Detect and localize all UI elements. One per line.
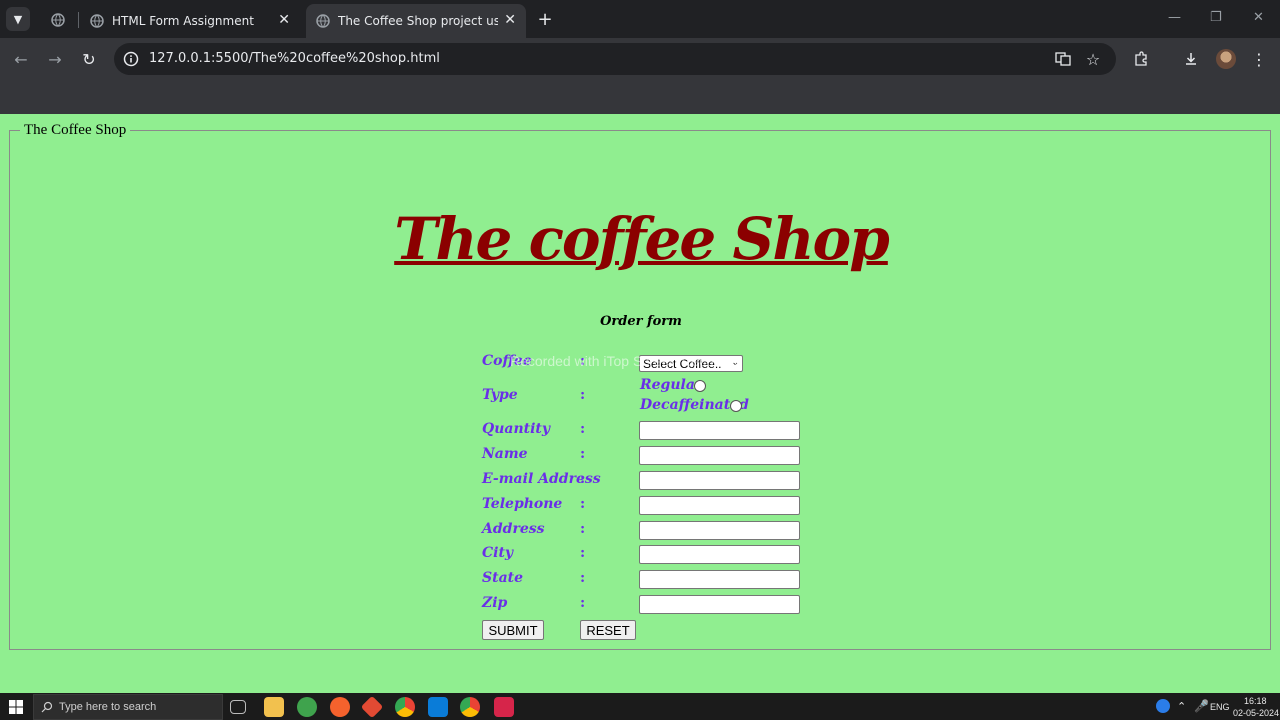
extensions-icon[interactable] bbox=[1130, 48, 1152, 70]
window-close-icon[interactable]: ✕ bbox=[1253, 10, 1264, 25]
clock-time[interactable]: 16:18 bbox=[1244, 696, 1267, 706]
app-icon[interactable] bbox=[297, 697, 317, 717]
help-icon[interactable] bbox=[1156, 699, 1170, 713]
new-tab-button[interactable]: + bbox=[534, 8, 556, 30]
chrome-icon[interactable] bbox=[395, 697, 415, 717]
email-input[interactable] bbox=[639, 471, 800, 490]
restore-icon[interactable]: ❐ bbox=[1210, 10, 1222, 25]
city-input[interactable] bbox=[639, 545, 800, 564]
state-input[interactable] bbox=[639, 570, 800, 589]
tab-strip: ▼ HTML Form Assignment ✕ The Coffee Shop… bbox=[0, 0, 1280, 38]
regular-option-label: Regular bbox=[640, 377, 703, 393]
tab-title: The Coffee Shop project using bbox=[338, 14, 498, 28]
tab-search-button[interactable]: ▼ bbox=[6, 7, 30, 31]
forward-button[interactable]: → bbox=[44, 48, 66, 70]
fieldset-legend: The Coffee Shop bbox=[20, 122, 131, 139]
search-placeholder: Type here to search bbox=[59, 701, 157, 713]
git-icon[interactable] bbox=[360, 695, 384, 719]
close-icon[interactable]: ✕ bbox=[504, 12, 516, 28]
clock-date[interactable]: 02-05-2024 bbox=[1233, 708, 1279, 718]
vscode-icon[interactable] bbox=[428, 697, 448, 717]
coffee-shop-fieldset: The Coffee Shop The coffee Shop Order fo… bbox=[9, 122, 1271, 650]
city-label: City bbox=[482, 545, 514, 561]
form-subtitle: Order form bbox=[600, 314, 682, 329]
colon: : bbox=[580, 570, 586, 586]
screen-recorder-icon[interactable] bbox=[494, 697, 514, 717]
windows-start-icon[interactable] bbox=[8, 699, 24, 715]
address-input[interactable] bbox=[639, 521, 800, 540]
globe-icon bbox=[51, 13, 65, 27]
pinned-tab[interactable] bbox=[44, 8, 72, 32]
chevron-down-icon: ▼ bbox=[13, 12, 23, 26]
back-button[interactable]: ← bbox=[10, 48, 32, 70]
bookmark-bar bbox=[0, 80, 1280, 114]
colon: : bbox=[580, 421, 586, 437]
reload-icon: ↻ bbox=[82, 49, 96, 69]
bookmark-star-icon[interactable]: ☆ bbox=[1084, 50, 1102, 69]
colon: : bbox=[580, 595, 586, 611]
language-indicator[interactable]: ENG bbox=[1210, 702, 1230, 712]
zip-input[interactable] bbox=[639, 595, 800, 614]
tab-coffee-shop[interactable]: The Coffee Shop project using ✕ bbox=[306, 4, 526, 38]
minimize-icon[interactable]: — bbox=[1168, 10, 1181, 25]
avatar[interactable] bbox=[1216, 49, 1236, 69]
recorder-watermark: Recorded with iTop Screen Recorder bbox=[510, 353, 739, 369]
search-icon bbox=[41, 701, 53, 713]
submit-button[interactable]: SUBMIT bbox=[482, 620, 544, 640]
tab-html-form-assignment[interactable]: HTML Form Assignment ✕ bbox=[80, 4, 300, 38]
colon: : bbox=[580, 446, 586, 462]
tab-title: HTML Form Assignment bbox=[112, 14, 254, 28]
colon: : bbox=[580, 471, 586, 487]
download-icon[interactable] bbox=[1180, 48, 1202, 70]
quantity-label: Quantity bbox=[482, 421, 551, 437]
chevron-up-icon[interactable]: ⌃ bbox=[1177, 700, 1186, 713]
close-icon[interactable]: ✕ bbox=[278, 12, 290, 28]
page-title: The coffee Shop bbox=[394, 205, 890, 273]
file-explorer-icon[interactable] bbox=[264, 697, 284, 717]
type-label: Type bbox=[482, 387, 518, 403]
telephone-label: Telephone bbox=[482, 496, 563, 512]
globe-icon bbox=[316, 14, 330, 28]
globe-icon bbox=[90, 14, 104, 28]
decaf-radio[interactable] bbox=[730, 400, 742, 412]
name-input[interactable] bbox=[639, 446, 800, 465]
taskbar-search[interactable]: Type here to search bbox=[33, 694, 223, 720]
colon: : bbox=[580, 496, 586, 512]
quantity-input[interactable] bbox=[639, 421, 800, 440]
tab-separator bbox=[78, 12, 79, 28]
microphone-icon[interactable]: 🎤 bbox=[1194, 699, 1209, 713]
task-view-icon[interactable] bbox=[230, 700, 246, 714]
page-viewport: The Coffee Shop The coffee Shop Order fo… bbox=[0, 114, 1280, 693]
chrome-icon[interactable] bbox=[460, 697, 480, 717]
taskbar: Type here to search ⌃ 🎤 ENG 16:18 02-05-… bbox=[0, 693, 1280, 720]
app-icon[interactable] bbox=[330, 697, 350, 717]
zip-label: Zip bbox=[482, 595, 508, 611]
browser-toolbar: ← → ↻ 127.0.0.1:5500/The%20coffee%20shop… bbox=[0, 38, 1280, 80]
reload-button[interactable]: ↻ bbox=[78, 48, 100, 70]
address-bar[interactable]: 127.0.0.1:5500/The%20coffee%20shop.html … bbox=[114, 43, 1116, 75]
menu-icon[interactable]: ⋮ bbox=[1248, 48, 1270, 70]
colon: : bbox=[580, 521, 586, 537]
regular-radio[interactable] bbox=[694, 380, 706, 392]
reset-button[interactable]: RESET bbox=[580, 620, 636, 640]
name-label: Name bbox=[482, 446, 528, 462]
translate-icon[interactable] bbox=[1054, 50, 1072, 68]
colon: : bbox=[580, 545, 586, 561]
colon: : bbox=[580, 387, 586, 403]
state-label: State bbox=[482, 570, 524, 586]
arrow-left-icon: ← bbox=[14, 49, 28, 69]
info-icon[interactable] bbox=[122, 50, 140, 68]
url-text: 127.0.0.1:5500/The%20coffee%20shop.html bbox=[149, 51, 440, 66]
arrow-right-icon: → bbox=[48, 49, 62, 69]
address-label: Address bbox=[482, 521, 545, 537]
telephone-input[interactable] bbox=[639, 496, 800, 515]
plus-icon: + bbox=[537, 8, 553, 30]
